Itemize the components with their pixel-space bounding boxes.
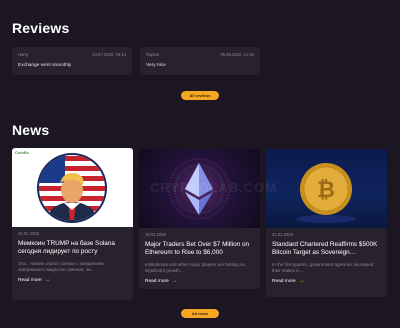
- read-more-link[interactable]: Read more →: [272, 278, 381, 284]
- review-text: Exchange went smoothly: [18, 63, 72, 68]
- news-heading: News: [12, 122, 50, 138]
- review-date: 05.08.2022, 21:43: [220, 52, 254, 57]
- news-date: 15.01.2025: [145, 232, 166, 237]
- news-headline[interactable]: Major Traders Bet Over $7 Million on Eth…: [145, 241, 254, 257]
- svg-text:₿: ₿: [317, 177, 335, 202]
- news-source-label: CoinEx: [15, 150, 29, 155]
- news-headline[interactable]: Мемкоин TRUMP на базе Solana сегодня лид…: [18, 240, 127, 256]
- news-card[interactable]: 15.01.2025 Major Traders Bet Over $7 Mil…: [139, 149, 260, 289]
- news-image: CoinEx: [12, 148, 133, 227]
- read-more-label: Read more: [145, 278, 169, 284]
- news-card[interactable]: ₿ 21.01.2025 Standard Chartered Reaffirm…: [266, 149, 387, 297]
- read-more-label: Read more: [272, 278, 296, 284]
- bitcoin-coin-icon: ₿: [296, 163, 356, 223]
- arrow-right-icon: →: [44, 277, 51, 283]
- watermark: CRYPTOLAB.COM: [150, 180, 278, 195]
- arrow-right-icon: →: [298, 278, 305, 284]
- read-more-link[interactable]: Read more →: [18, 277, 127, 283]
- all-news-button[interactable]: All news: [181, 309, 219, 318]
- review-card: Rapsui 05.08.2022, 21:43 Very nice: [140, 47, 260, 75]
- news-date: 15.01.2025: [18, 231, 39, 236]
- reviews-heading: Reviews: [12, 20, 70, 36]
- review-author: Harry: [18, 52, 29, 57]
- news-image: ₿: [266, 149, 387, 228]
- news-excerpt: Institutional and other major players ar…: [145, 262, 246, 273]
- trump-portrait-icon: [37, 153, 107, 223]
- news-date: 21.01.2025: [272, 232, 293, 237]
- news-excerpt: Эта…ческих отрасл связан с ожиданием зав…: [18, 261, 104, 272]
- review-text: Very nice: [146, 63, 166, 68]
- news-headline[interactable]: Standard Chartered Reaffirms $500K Bitco…: [272, 241, 381, 257]
- read-more-link[interactable]: Read more →: [145, 278, 254, 284]
- read-more-label: Read more: [18, 277, 42, 283]
- review-author: Rapsui: [146, 52, 160, 57]
- review-date: 13.07.2020, 08:14: [92, 52, 126, 57]
- arrow-right-icon: →: [171, 278, 178, 284]
- news-excerpt: In the first quarter, government agencie…: [272, 262, 374, 273]
- news-card[interactable]: CoinEx 15.01.2025 Мемкоин TRUMP на базе …: [12, 148, 133, 300]
- review-card: Harry 13.07.2020, 08:14 Exchange went sm…: [12, 47, 132, 75]
- all-reviews-button[interactable]: All reviews: [181, 91, 219, 100]
